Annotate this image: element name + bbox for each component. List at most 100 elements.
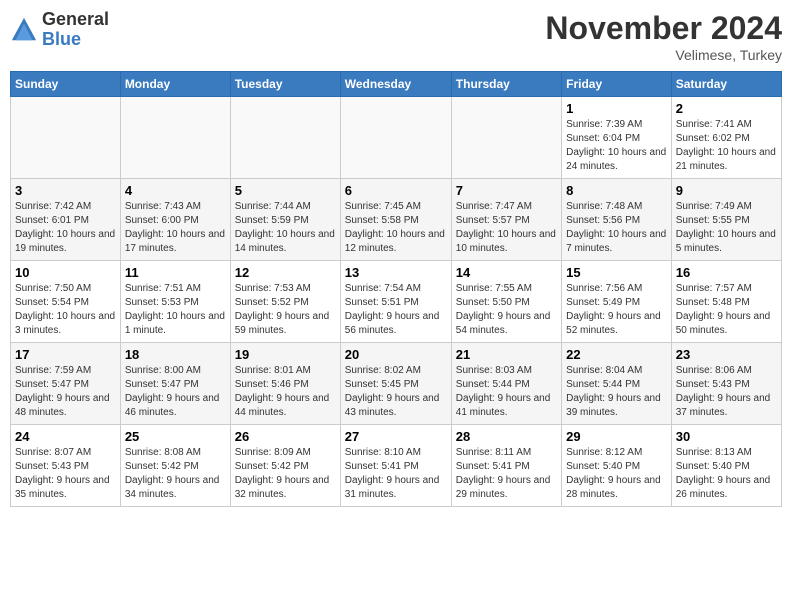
day-number: 2 [676,101,777,116]
day-number: 30 [676,429,777,444]
calendar-cell: 4 Sunrise: 7:43 AM Sunset: 6:00 PM Daylig… [120,179,230,261]
day-info: Sunrise: 7:54 AM Sunset: 5:51 PM Dayligh… [345,282,447,338]
day-info: Sunrise: 8:08 AM Sunset: 5:42 PM Dayligh… [125,446,226,502]
calendar-week-row: 3 Sunrise: 7:42 AM Sunset: 6:01 PM Daylig… [11,179,782,261]
calendar-cell [451,97,561,179]
calendar-week-row: 1 Sunrise: 7:39 AM Sunset: 6:04 PM Daylig… [11,97,782,179]
day-info: Sunrise: 7:44 AM Sunset: 5:59 PM Dayligh… [235,200,336,256]
day-number: 19 [235,347,336,362]
day-number: 11 [125,265,226,280]
day-info: Sunrise: 8:10 AM Sunset: 5:41 PM Dayligh… [345,446,447,502]
day-number: 23 [676,347,777,362]
calendar-cell: 26Sunrise: 8:09 AM Sunset: 5:42 PM Dayli… [230,425,340,507]
calendar-cell: 6 Sunrise: 7:45 AM Sunset: 5:58 PM Daylig… [340,179,451,261]
day-info: Sunrise: 7:42 AM Sunset: 6:01 PM Dayligh… [15,200,116,256]
calendar-cell: 1 Sunrise: 7:39 AM Sunset: 6:04 PM Daylig… [562,97,672,179]
day-number: 21 [456,347,557,362]
calendar-cell [120,97,230,179]
logo-blue-text: Blue [42,29,81,49]
day-number: 15 [566,265,667,280]
calendar-cell: 29 Sunrise: 8:12 AM Sunset: 5:40 PM Dayli… [562,425,672,507]
calendar-week-row: 17 Sunrise: 7:59 AM Sunset: 5:47 PM Dayli… [11,343,782,425]
day-info: Sunrise: 8:00 AM Sunset: 5:47 PM Dayligh… [125,364,226,420]
calendar-cell: 11 Sunrise: 7:51 AM Sunset: 5:53 PM Dayli… [120,261,230,343]
calendar-cell: 9 Sunrise: 7:49 AM Sunset: 5:55 PM Daylig… [671,179,781,261]
day-info: Sunrise: 7:49 AM Sunset: 5:55 PM Dayligh… [676,200,777,256]
day-number: 29 [566,429,667,444]
day-number: 7 [456,183,557,198]
column-header-monday: Monday [120,72,230,97]
column-header-tuesday: Tuesday [230,72,340,97]
day-info: Sunrise: 7:41 AM Sunset: 6:02 PM Dayligh… [676,118,777,174]
calendar-cell [11,97,121,179]
day-number: 1 [566,101,667,116]
day-info: Sunrise: 7:39 AM Sunset: 6:04 PM Dayligh… [566,118,667,174]
calendar-header-row: SundayMondayTuesdayWednesdayThursdayFrid… [11,72,782,97]
calendar-cell: 20 Sunrise: 8:02 AM Sunset: 5:45 PM Dayli… [340,343,451,425]
calendar-cell [340,97,451,179]
day-number: 5 [235,183,336,198]
day-number: 13 [345,265,447,280]
column-header-sunday: Sunday [11,72,121,97]
month-title: November 2024 [545,10,782,47]
day-number: 20 [345,347,447,362]
calendar-cell: 18 Sunrise: 8:00 AM Sunset: 5:47 PM Dayli… [120,343,230,425]
calendar-cell: 12 Sunrise: 7:53 AM Sunset: 5:52 PM Dayli… [230,261,340,343]
column-header-saturday: Saturday [671,72,781,97]
day-number: 16 [676,265,777,280]
day-info: Sunrise: 8:01 AM Sunset: 5:46 PM Dayligh… [235,364,336,420]
column-header-thursday: Thursday [451,72,561,97]
day-info: Sunrise: 7:43 AM Sunset: 6:00 PM Dayligh… [125,200,226,256]
day-number: 28 [456,429,557,444]
calendar-table: SundayMondayTuesdayWednesdayThursdayFrid… [10,71,782,507]
logo-general-text: General [42,9,109,29]
day-info: Sunrise: 8:07 AM Sunset: 5:43 PM Dayligh… [15,446,116,502]
day-info: Sunrise: 8:11 AM Sunset: 5:41 PM Dayligh… [456,446,557,502]
day-info: Sunrise: 7:45 AM Sunset: 5:58 PM Dayligh… [345,200,447,256]
day-info: Sunrise: 8:02 AM Sunset: 5:45 PM Dayligh… [345,364,447,420]
calendar-cell: 19 Sunrise: 8:01 AM Sunset: 5:46 PM Dayli… [230,343,340,425]
day-number: 14 [456,265,557,280]
day-number: 9 [676,183,777,198]
page-header: General Blue November 2024 Velimese, Tur… [10,10,782,63]
calendar-cell: 21Sunrise: 8:03 AM Sunset: 5:44 PM Dayli… [451,343,561,425]
day-info: Sunrise: 8:06 AM Sunset: 5:43 PM Dayligh… [676,364,777,420]
calendar-cell: 22 Sunrise: 8:04 AM Sunset: 5:44 PM Dayli… [562,343,672,425]
column-header-wednesday: Wednesday [340,72,451,97]
day-info: Sunrise: 7:53 AM Sunset: 5:52 PM Dayligh… [235,282,336,338]
day-info: Sunrise: 8:04 AM Sunset: 5:44 PM Dayligh… [566,364,667,420]
calendar-cell: 13 Sunrise: 7:54 AM Sunset: 5:51 PM Dayli… [340,261,451,343]
day-info: Sunrise: 7:59 AM Sunset: 5:47 PM Dayligh… [15,364,116,420]
day-number: 18 [125,347,226,362]
calendar-cell [230,97,340,179]
logo-icon [10,16,38,44]
calendar-cell: 3 Sunrise: 7:42 AM Sunset: 6:01 PM Daylig… [11,179,121,261]
day-info: Sunrise: 8:12 AM Sunset: 5:40 PM Dayligh… [566,446,667,502]
calendar-cell: 8Sunrise: 7:48 AM Sunset: 5:56 PM Daylig… [562,179,672,261]
calendar-cell: 2 Sunrise: 7:41 AM Sunset: 6:02 PM Daylig… [671,97,781,179]
day-number: 8 [566,183,667,198]
day-number: 25 [125,429,226,444]
day-info: Sunrise: 7:56 AM Sunset: 5:49 PM Dayligh… [566,282,667,338]
calendar-cell: 16Sunrise: 7:57 AM Sunset: 5:48 PM Dayli… [671,261,781,343]
day-number: 3 [15,183,116,198]
title-section: November 2024 Velimese, Turkey [545,10,782,63]
calendar-cell: 5 Sunrise: 7:44 AM Sunset: 5:59 PM Daylig… [230,179,340,261]
day-info: Sunrise: 7:51 AM Sunset: 5:53 PM Dayligh… [125,282,226,338]
day-number: 22 [566,347,667,362]
calendar-cell: 24 Sunrise: 8:07 AM Sunset: 5:43 PM Dayli… [11,425,121,507]
day-number: 6 [345,183,447,198]
calendar-cell: 17 Sunrise: 7:59 AM Sunset: 5:47 PM Dayli… [11,343,121,425]
day-number: 12 [235,265,336,280]
day-number: 27 [345,429,447,444]
location-subtitle: Velimese, Turkey [545,47,782,63]
day-number: 24 [15,429,116,444]
column-header-friday: Friday [562,72,672,97]
calendar-cell: 30Sunrise: 8:13 AM Sunset: 5:40 PM Dayli… [671,425,781,507]
calendar-week-row: 10Sunrise: 7:50 AM Sunset: 5:54 PM Dayli… [11,261,782,343]
day-info: Sunrise: 7:55 AM Sunset: 5:50 PM Dayligh… [456,282,557,338]
calendar-cell: 27 Sunrise: 8:10 AM Sunset: 5:41 PM Dayli… [340,425,451,507]
day-number: 4 [125,183,226,198]
calendar-cell: 25 Sunrise: 8:08 AM Sunset: 5:42 PM Dayli… [120,425,230,507]
day-number: 17 [15,347,116,362]
